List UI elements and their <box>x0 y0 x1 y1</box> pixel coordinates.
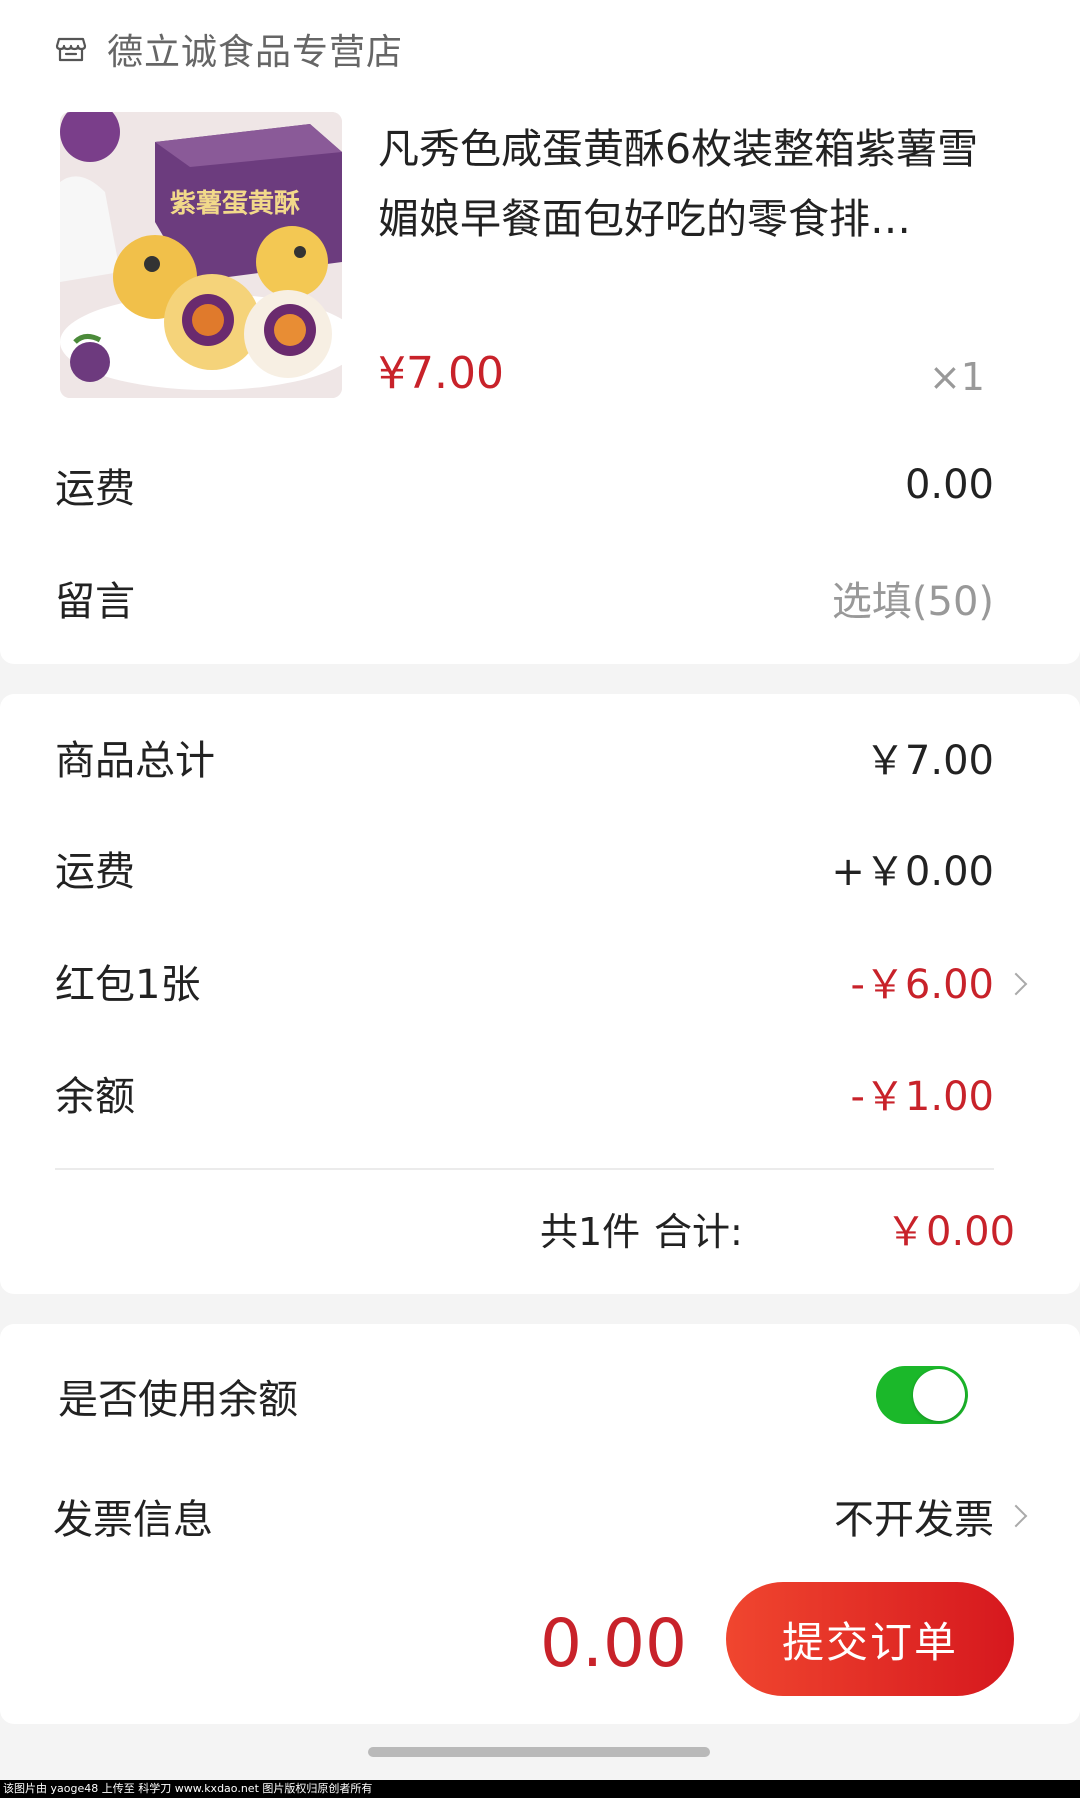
box-label: 紫薯蛋黄酥 <box>170 189 300 219</box>
product-quantity: ×1 <box>928 355 985 399</box>
toggle-knob <box>913 1369 965 1421</box>
bottom-total-amount: 0.00 <box>540 1605 687 1682</box>
balance-label: 余额 <box>55 1074 135 1120</box>
home-indicator[interactable] <box>368 1747 710 1757</box>
red-packet-row[interactable]: 红包1张 -￥6.00 <box>55 951 994 1011</box>
product-image[interactable]: 紫薯蛋黄酥 <box>60 112 342 398</box>
message-input[interactable]: 选填(50) <box>832 569 994 627</box>
goods-total-value: ￥7.00 <box>864 738 994 784</box>
balance-row: 余额 -￥1.00 <box>55 1063 994 1123</box>
shipping-value: 0.00 <box>904 462 994 508</box>
balance-value: -￥1.00 <box>850 1074 995 1120</box>
invoice-value: 不开发票 <box>834 1497 994 1543</box>
message-label: 留言 <box>55 579 135 625</box>
item-count: 共1件 <box>540 1198 640 1258</box>
store-header[interactable]: 德立诚食品专营店 <box>55 26 404 73</box>
shipping-fee-value: +￥0.00 <box>831 849 994 895</box>
shipping-fee-label: 运费 <box>55 849 135 895</box>
sum-label: 合计: <box>654 1209 743 1254</box>
product-title[interactable]: 凡秀色咸蛋黄酥6枚装整箱紫薯雪媚娘早餐面包好吃的零食排… <box>378 114 998 254</box>
invoice-label: 发票信息 <box>53 1497 213 1543</box>
store-icon <box>55 37 87 62</box>
red-packet-label: 红包1张 <box>55 962 201 1008</box>
sum-value-wrap: ￥0.00 <box>886 1198 1015 1258</box>
watermark-text: 该图片由 yaoge48 上传至 科学刀 www.kxdao.net 图片版权归… <box>0 1780 1080 1798</box>
red-packet-value: -￥6.00 <box>850 962 995 1008</box>
use-balance-toggle[interactable] <box>876 1366 968 1424</box>
invoice-row[interactable]: 发票信息 不开发票 <box>53 1486 994 1546</box>
item-count-text: 共1件 <box>540 1209 641 1254</box>
store-name: 德立诚食品专营店 <box>107 32 404 73</box>
use-balance-row: 是否使用余额 <box>58 1366 994 1426</box>
use-balance-label: 是否使用余额 <box>58 1377 298 1423</box>
divider <box>55 1168 994 1170</box>
submit-order-button[interactable]: 提交订单 <box>726 1582 1014 1696</box>
product-price: ¥7.00 <box>378 348 504 399</box>
shipping-fee-row: 运费 +￥0.00 <box>55 838 994 898</box>
sum-value: ￥0.00 <box>886 1209 1016 1255</box>
message-row[interactable]: 留言 选填(50) <box>55 568 994 628</box>
goods-total-row: 商品总计 ￥7.00 <box>55 727 994 787</box>
sum-label-wrap: 合计: <box>654 1198 743 1258</box>
shipping-row: 运费 0.00 <box>55 455 994 515</box>
shipping-label: 运费 <box>55 466 135 512</box>
goods-total-label: 商品总计 <box>55 738 215 784</box>
